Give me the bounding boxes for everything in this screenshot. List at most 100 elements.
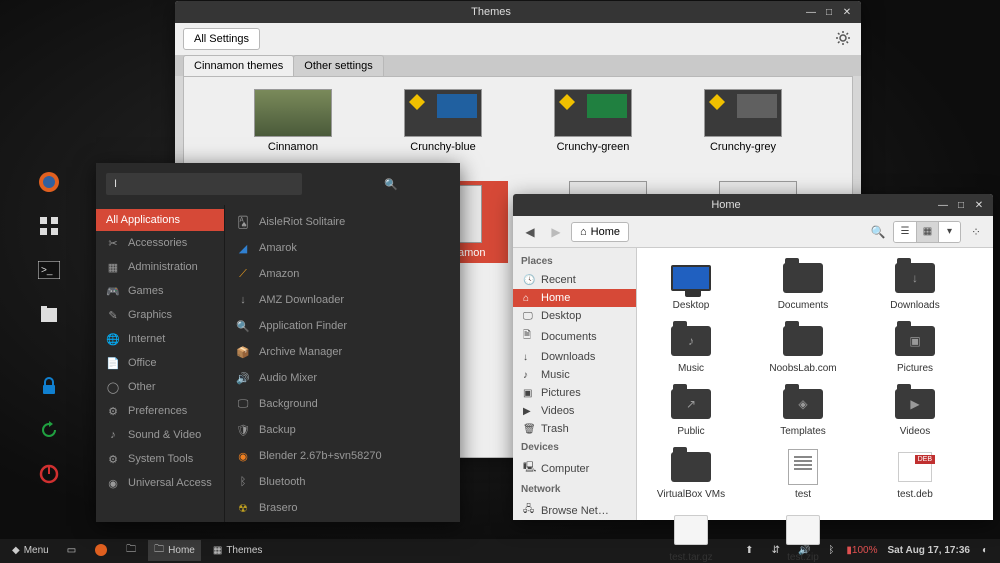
category-other[interactable]: ◯Other (96, 375, 224, 399)
sidebar-home[interactable]: ⌂Home (513, 289, 636, 307)
files-launcher[interactable]: 🗀 (120, 540, 142, 561)
tray-user-icon[interactable]: ◐ (976, 543, 994, 558)
app-audio-mixer[interactable]: 🔊Audio Mixer (225, 365, 460, 391)
sidebar-documents[interactable]: 🗎Documents (513, 325, 636, 348)
category-universal-access[interactable]: ◉Universal Access (96, 471, 224, 495)
file-test-zip[interactable]: test.zip (759, 510, 847, 563)
file-label: Pictures (871, 363, 959, 374)
app-amz-downloader[interactable]: ↓AMZ Downloader (225, 287, 460, 313)
file-test-tar-gz[interactable]: test.tar.gz (647, 510, 735, 563)
tray-updates-icon[interactable]: ⬆ (739, 543, 759, 558)
file-test-deb[interactable]: test.deb (871, 447, 959, 500)
power-icon[interactable] (36, 461, 62, 487)
app-bluetooth[interactable]: ᛒBluetooth (225, 469, 460, 495)
fm-content[interactable]: Desktop Documents ↓Downloads ♪Music NoobsLab… (637, 248, 993, 520)
category-accessories[interactable]: ✂Accessories (96, 231, 224, 255)
tab-cinnamon-themes[interactable]: Cinnamon themes (183, 55, 294, 76)
close-icon[interactable]: ✕ (971, 197, 987, 213)
view-list-button[interactable]: ☰ (894, 222, 916, 242)
sidebar-computer[interactable]: 🖳Computer (513, 457, 636, 480)
fm-titlebar[interactable]: Home — □ ✕ (513, 194, 993, 216)
file-videos[interactable]: ▶Videos (871, 384, 959, 437)
app-amarok[interactable]: ◢Amarok (225, 235, 460, 261)
file-templates[interactable]: ◈Templates (759, 384, 847, 437)
category-system-tools[interactable]: ⚙System Tools (96, 447, 224, 471)
task-themes[interactable]: ▦ Themes (207, 543, 269, 558)
maximize-icon[interactable]: □ (953, 197, 969, 213)
search-button[interactable]: 🔍 (867, 221, 889, 243)
file-documents[interactable]: Documents (759, 258, 847, 311)
minimize-icon[interactable]: — (935, 197, 951, 213)
category-administration[interactable]: ▦Administration (96, 255, 224, 279)
app-aisleriot[interactable]: 🂡AisleRiot Solitaire (225, 209, 460, 235)
close-icon[interactable]: ✕ (839, 4, 855, 20)
category-sound-video[interactable]: ♪Sound & Video (96, 423, 224, 447)
firefox-icon[interactable] (36, 169, 62, 195)
path-home-button[interactable]: ⌂Home (571, 222, 629, 242)
view-dropdown-button[interactable]: ▾ (938, 222, 960, 242)
sidebar-desktop[interactable]: 🖵Desktop (513, 307, 636, 325)
sidebar-videos[interactable]: ▶Videos (513, 402, 636, 420)
graphics-icon: ✎ (106, 308, 120, 322)
app-blender[interactable]: ◉Blender 2.67b+svn58270 (225, 443, 460, 469)
amazon-icon: ⟋ (235, 266, 251, 282)
maximize-icon[interactable]: □ (821, 4, 837, 20)
file-pictures[interactable]: ▣Pictures (871, 321, 959, 374)
task-home[interactable]: 🗀 Home (148, 540, 201, 561)
restart-icon[interactable] (36, 417, 62, 443)
file-music[interactable]: ♪Music (647, 321, 735, 374)
file-virtualbox-vms[interactable]: VirtualBox VMs (647, 447, 735, 500)
back-button[interactable]: ◀ (519, 221, 541, 243)
menu-button[interactable]: ⁘ (965, 221, 987, 243)
file-public[interactable]: ↗Public (647, 384, 735, 437)
theme-cinnamon[interactable]: Cinnamon (243, 89, 343, 153)
sidebar-recent[interactable]: 🕓Recent (513, 271, 636, 289)
file-desktop[interactable]: Desktop (647, 258, 735, 311)
file-test[interactable]: test (759, 447, 847, 500)
music-icon: ♪ (523, 370, 535, 381)
category-preferences[interactable]: ⚙Preferences (96, 399, 224, 423)
category-graphics[interactable]: ✎Graphics (96, 303, 224, 327)
view-icons-button[interactable]: ▦ (916, 222, 938, 242)
menu-search-input[interactable] (106, 173, 302, 195)
app-background[interactable]: 🖵Background (225, 391, 460, 417)
sidebar-trash[interactable]: 🗑Trash (513, 420, 636, 438)
cards-icon: 🂡 (235, 214, 251, 230)
file-downloads[interactable]: ↓Downloads (871, 258, 959, 311)
lock-icon[interactable] (36, 373, 62, 399)
theme-crunchy-blue[interactable]: Crunchy-blue (393, 89, 493, 153)
internet-icon: 🌐 (106, 332, 120, 346)
app-archive-manager[interactable]: 📦Archive Manager (225, 339, 460, 365)
all-settings-button[interactable]: All Settings (183, 28, 260, 50)
show-desktop-button[interactable]: ▭ (61, 543, 82, 558)
gear-icon[interactable] (835, 30, 853, 48)
app-application-finder[interactable]: 🔍Application Finder (225, 313, 460, 339)
battery-indicator[interactable]: ▮100% (846, 545, 877, 556)
clock[interactable]: Sat Aug 17, 17:36 (888, 545, 970, 556)
category-internet[interactable]: 🌐Internet (96, 327, 224, 351)
menu-button[interactable]: ◆Menu (6, 543, 55, 558)
category-office[interactable]: 📄Office (96, 351, 224, 375)
file-noobslab-com[interactable]: NoobsLab.com (759, 321, 847, 374)
files-icon[interactable] (36, 301, 62, 327)
apps-icon[interactable] (36, 213, 62, 239)
theme-crunchy-green[interactable]: Crunchy-green (543, 89, 643, 153)
category-games[interactable]: 🎮Games (96, 279, 224, 303)
themes-titlebar[interactable]: Themes — □ ✕ (175, 1, 861, 23)
category-all-applications[interactable]: All Applications (96, 209, 224, 231)
file-label: test.tar.gz (647, 552, 735, 563)
tab-other-settings[interactable]: Other settings (293, 55, 383, 76)
firefox-launcher[interactable] (88, 541, 114, 559)
file-label: Documents (759, 300, 847, 311)
sidebar-browse-network[interactable]: 🖧Browse Net… (513, 499, 636, 520)
app-backup[interactable]: 🛡Backup (225, 417, 460, 443)
forward-button[interactable]: ▶ (545, 221, 567, 243)
minimize-icon[interactable]: — (803, 4, 819, 20)
terminal-icon[interactable]: >_ (36, 257, 62, 283)
sidebar-music[interactable]: ♪Music (513, 366, 636, 384)
app-amazon[interactable]: ⟋Amazon (225, 261, 460, 287)
theme-crunchy-grey[interactable]: Crunchy-grey (693, 89, 793, 153)
sidebar-downloads[interactable]: ↓Downloads (513, 348, 636, 366)
sidebar-pictures[interactable]: ▣Pictures (513, 384, 636, 402)
app-brasero[interactable]: ☢Brasero (225, 495, 460, 521)
